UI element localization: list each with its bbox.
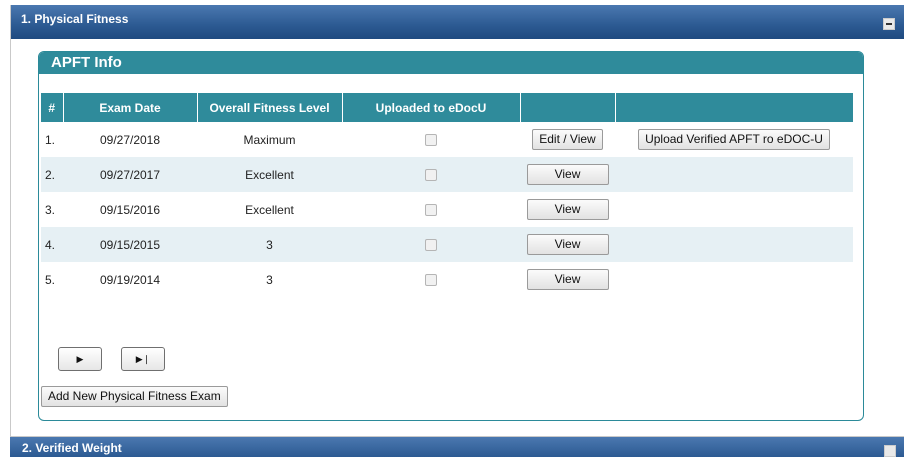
row-number: 5. [45, 272, 56, 287]
column-header-fitness-level: Overall Fitness Level [197, 93, 343, 122]
upload-cell: Upload Verified APFT ro eDOC-U [615, 122, 853, 157]
exam-date: 09/15/2016 [99, 202, 161, 217]
verified-weight-section[interactable]: 2. Verified Weight [10, 437, 904, 457]
panel-title: APFT Info [39, 52, 863, 74]
fitness-level: 3 [197, 227, 342, 262]
upload-cell [615, 157, 853, 192]
uploaded-checkbox[interactable] [425, 239, 437, 252]
table-row: 4. 09/15/2015 3 View [41, 227, 853, 262]
apft-info-panel: APFT Info # Exam Date Overall Fitness Le… [38, 51, 864, 421]
exam-date: 09/27/2017 [63, 157, 197, 192]
fitness-level: Maximum [243, 132, 296, 147]
uploaded-checkbox[interactable] [425, 204, 437, 217]
section-header[interactable]: 1. Physical Fitness [11, 5, 904, 39]
column-header-upload [615, 93, 853, 122]
exam-date: 09/15/2015 [63, 227, 197, 262]
table-row: 1. 09/27/2018 Maximum Edit / View Upload… [41, 122, 853, 157]
uploaded-cell [342, 157, 520, 192]
column-header-exam-date: Exam Date [63, 93, 198, 122]
row-number: 4. [41, 227, 63, 262]
table-row: 3. 09/15/2016 Excellent View [41, 192, 853, 227]
apft-table: # Exam Date Overall Fitness Level Upload… [41, 93, 853, 297]
view-button[interactable]: View [526, 199, 609, 220]
action-cell: Edit / View [520, 122, 615, 157]
edit-view-button[interactable]: Edit / View [532, 129, 603, 150]
play-icon[interactable]: ▶ [58, 347, 102, 371]
collapse-icon[interactable] [884, 445, 896, 457]
last-page-button[interactable]: ▶❘ [121, 347, 165, 371]
column-header-action [520, 93, 616, 122]
add-physical-fitness-exam-button[interactable]: Add New Physical Fitness Exam [41, 386, 228, 407]
uploaded-checkbox[interactable] [425, 169, 437, 182]
uploaded-cell [342, 262, 520, 297]
skip-forward-icon[interactable]: ▶❘ [121, 347, 165, 371]
table-row: 2. 09/27/2017 Excellent View [41, 157, 853, 192]
row-number: 1. [45, 132, 56, 147]
view-button[interactable]: View [526, 234, 609, 255]
row-number: 3. [45, 202, 56, 217]
row-number: 2. [41, 157, 63, 192]
section-title: 2. Verified Weight [22, 441, 122, 455]
upload-cell [615, 192, 853, 227]
uploaded-cell [342, 192, 520, 227]
view-button[interactable]: View [526, 164, 609, 185]
collapse-icon[interactable] [883, 18, 895, 30]
fitness-level: Excellent [245, 202, 294, 217]
next-page-button[interactable]: ▶ [58, 347, 102, 371]
column-header-number: # [41, 93, 64, 122]
uploaded-cell [342, 122, 520, 157]
exam-date: 09/27/2018 [99, 132, 161, 147]
column-header-uploaded: Uploaded to eDocU [342, 93, 521, 122]
uploaded-cell [342, 227, 520, 262]
fitness-level: 3 [266, 272, 273, 287]
upload-cell [615, 227, 853, 262]
action-cell: View [520, 192, 615, 227]
upload-cell [615, 262, 853, 297]
upload-verified-apft-button[interactable]: Upload Verified APFT ro eDOC-U [638, 129, 830, 150]
view-button[interactable]: View [526, 269, 609, 290]
uploaded-checkbox[interactable] [425, 134, 437, 147]
uploaded-checkbox[interactable] [425, 274, 437, 287]
table-row: 5. 09/19/2014 3 View [41, 262, 853, 297]
action-cell: View [520, 262, 615, 297]
section-title: 1. Physical Fitness [21, 12, 129, 26]
exam-date: 09/19/2014 [99, 272, 161, 287]
action-cell: View [520, 157, 615, 192]
action-cell: View [520, 227, 615, 262]
fitness-level: Excellent [197, 157, 342, 192]
